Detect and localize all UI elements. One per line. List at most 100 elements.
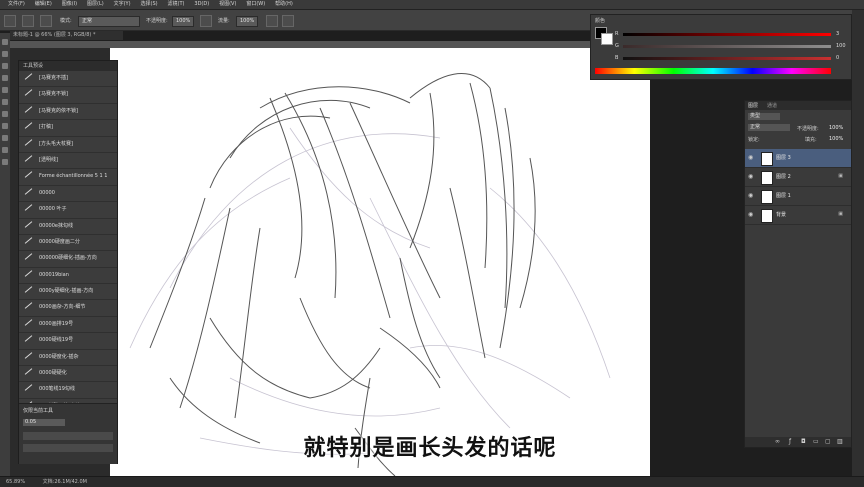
delete-layer-icon[interactable]: ▥ — [837, 438, 843, 445]
layer-row[interactable]: ◉ 图层 1 — [745, 187, 851, 206]
menu-view[interactable]: 视图(V) — [219, 0, 236, 9]
marquee-tool-icon[interactable] — [2, 51, 8, 57]
opacity-field[interactable]: 100% — [172, 16, 194, 27]
layer-row[interactable]: ◉ 图层 3 — [745, 149, 851, 168]
brush-tool-icon[interactable] — [2, 87, 8, 93]
layer-style-icon[interactable]: ƒ — [789, 438, 791, 445]
layer-kind-filter[interactable]: 类型 — [748, 113, 780, 120]
menu-layer[interactable]: 图层(L) — [87, 0, 104, 9]
brush-preset-item[interactable]: 0000y硬细化-插画-方向 — [19, 284, 117, 301]
text-format-buttons[interactable] — [23, 432, 113, 440]
brush-panel-toggle-icon[interactable] — [40, 15, 52, 27]
brush-preset-item[interactable]: 000笔线19勾线 — [19, 382, 117, 399]
current-tool-only-checkbox[interactable]: 仅限当前工具 — [23, 407, 53, 414]
pressure-opacity-icon[interactable] — [200, 15, 212, 27]
menu-help[interactable]: 帮助(H) — [275, 0, 293, 9]
brush-preset-item[interactable]: [透明线] — [19, 153, 117, 170]
brush-preset-item[interactable]: [方头毛大杖赛] — [19, 137, 117, 153]
pressure-size-icon[interactable] — [282, 15, 294, 27]
color-spectrum-bar[interactable] — [595, 68, 831, 74]
text-format-buttons-2[interactable] — [23, 444, 113, 452]
g-label: G — [615, 43, 619, 49]
brush-stroke-icon — [24, 204, 33, 211]
move-tool-icon[interactable] — [2, 39, 8, 45]
gradient-tool-icon[interactable] — [2, 111, 8, 117]
brush-preset-label: 000000硬细化-插画-方向 — [39, 255, 97, 262]
pen-tool-icon[interactable] — [2, 123, 8, 129]
visibility-eye-icon[interactable]: ◉ — [748, 154, 753, 161]
layers-panel-footer: ∞ ƒ ◘ ▭ ▢ ▥ — [745, 437, 851, 447]
g-value[interactable]: 100 — [836, 43, 846, 49]
layer-mask-icon[interactable]: ◘ — [801, 438, 806, 445]
brush-preset-item[interactable]: 0000硬度化-插杂 — [19, 350, 117, 367]
brush-preset-item[interactable]: 00000 — [19, 186, 117, 203]
menu-type[interactable]: 文字(Y) — [114, 0, 131, 9]
mode-select[interactable]: 正常 — [78, 16, 140, 27]
brush-preset-item[interactable]: 00000 叶子 — [19, 202, 117, 219]
blend-mode-select[interactable]: 正常 — [748, 124, 790, 131]
menu-image[interactable]: 图像(I) — [62, 0, 77, 9]
brush-preset-item[interactable]: 0000画杂-方向-细节 — [19, 300, 117, 317]
r-slider[interactable] — [623, 33, 831, 36]
brush-preset-item[interactable]: 0000画排19号 — [19, 317, 117, 334]
brush-preset-label: 0000画排19号 — [39, 320, 74, 327]
menu-file[interactable]: 文件(F) — [8, 0, 25, 9]
menu-3d[interactable]: 3D(D) — [194, 0, 209, 9]
document-tab[interactable]: 未标题-1 @ 66% (图层 3, RGB/8) * — [10, 31, 123, 40]
flow-field[interactable]: 100% — [236, 16, 258, 27]
tab-layers[interactable]: 图层 — [748, 102, 758, 109]
layer-thumbnail — [761, 209, 773, 223]
type-tool-icon[interactable] — [2, 135, 8, 141]
tool-presets-panel: 工具预设 [马赛克不插] [马赛克不锁] [马赛克的依不锁] [打稿] [方头毛大杖赛]… — [18, 60, 118, 464]
brush-preset-item[interactable]: Forme échantillonnée 5 1 1 — [19, 169, 117, 186]
brush-preset-item[interactable]: 000019bian — [19, 268, 117, 285]
eraser-tool-icon[interactable] — [2, 99, 8, 105]
brush-preset-item[interactable]: [马赛克不插] — [19, 71, 117, 88]
menu-window[interactable]: 窗口(W) — [246, 0, 265, 9]
background-color-swatch[interactable] — [601, 33, 613, 45]
brush-preset-item[interactable]: [马赛克的依不锁] — [19, 104, 117, 121]
layer-name: 图层 2 — [776, 174, 791, 180]
brush-preset-item[interactable]: [打稿] — [19, 120, 117, 137]
zoom-level[interactable]: 65.89% — [6, 479, 25, 485]
brush-stroke-icon — [24, 335, 33, 343]
drawing-canvas[interactable] — [110, 48, 650, 476]
airbrush-icon[interactable] — [266, 15, 278, 27]
layer-row[interactable]: ◉ 背景 ▣ — [745, 206, 851, 225]
link-layers-icon[interactable]: ∞ — [775, 438, 780, 445]
zoom-tool-icon[interactable] — [2, 159, 8, 165]
brush-preset-item[interactable]: 0000硬线19号 — [19, 333, 117, 350]
visibility-eye-icon[interactable]: ◉ — [748, 192, 753, 199]
g-slider[interactable] — [623, 45, 831, 48]
brush-preset-item[interactable]: 00000硬度画二分 — [19, 235, 117, 252]
brush-stroke-icon — [24, 384, 33, 392]
menu-filter[interactable]: 滤镜(T) — [168, 0, 185, 9]
menu-select[interactable]: 选择(S) — [141, 0, 158, 9]
brush-stroke-icon — [24, 368, 33, 375]
b-slider[interactable] — [623, 57, 831, 60]
layer-opacity-value[interactable]: 100% — [829, 125, 843, 131]
visibility-eye-icon[interactable]: ◉ — [748, 173, 753, 180]
brush-preset-item[interactable]: 0000硬硬化 — [19, 366, 117, 383]
brush-preset-item[interactable]: 00000e抹勾线 — [19, 219, 117, 235]
brush-size-picker[interactable] — [22, 15, 34, 27]
crop-tool-icon[interactable] — [2, 75, 8, 81]
visibility-eye-icon[interactable]: ◉ — [748, 211, 753, 218]
brush-preset-label: [透明线] — [39, 156, 58, 163]
menu-edit[interactable]: 编辑(E) — [35, 0, 52, 9]
brush-tool-icon[interactable] — [4, 15, 16, 27]
r-value[interactable]: 3 — [836, 31, 839, 37]
hand-tool-icon[interactable] — [2, 147, 8, 153]
brush-preset-item[interactable]: [马赛克不锁] — [19, 87, 117, 104]
lasso-tool-icon[interactable] — [2, 63, 8, 69]
fill-value[interactable]: 100% — [829, 136, 843, 142]
brush-preset-item[interactable]: 000000硬细化-插画-方向 — [19, 251, 117, 268]
b-value[interactable]: 0 — [836, 55, 839, 61]
layer-row[interactable]: ◉ 图层 2 ▣ — [745, 168, 851, 187]
tab-channels[interactable]: 通道 — [767, 102, 777, 109]
new-layer-icon[interactable]: ▢ — [825, 438, 831, 445]
new-group-icon[interactable]: ▭ — [813, 438, 819, 445]
preset-value-field[interactable]: 0.05 — [23, 419, 65, 426]
brush-stroke-icon — [24, 122, 33, 129]
brush-stroke-icon — [24, 155, 33, 162]
